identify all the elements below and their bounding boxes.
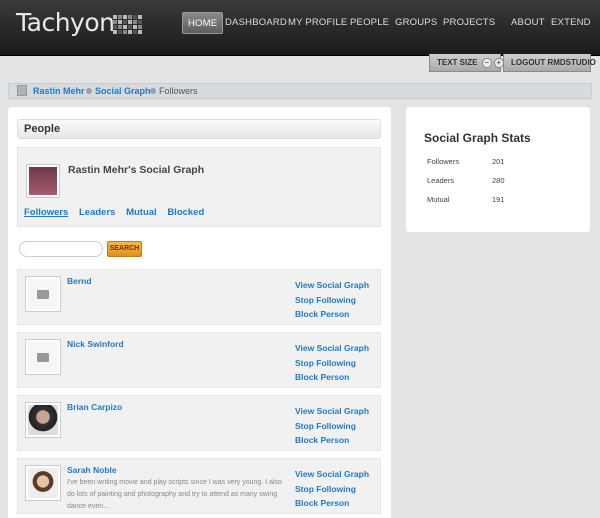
search-input[interactable] [19, 241, 103, 257]
list-item: Brian Carpizo View Social Graph Stop Fol… [17, 395, 381, 451]
view-social-graph-link[interactable]: View Social Graph [295, 404, 369, 419]
tab-blocked[interactable]: Blocked [167, 207, 204, 218]
graph-tabs: Followers Leaders Mutual Blocked [24, 207, 212, 218]
block-person-link[interactable]: Block Person [295, 496, 369, 511]
person-name[interactable]: Bernd [67, 276, 92, 286]
nav-dashboard[interactable]: DASHBOARD [225, 12, 287, 34]
text-size-label: TEXT SIZE [437, 58, 478, 67]
avatar[interactable] [25, 402, 61, 438]
person-actions: View Social Graph Stop Following Block P… [295, 278, 369, 322]
avatar[interactable] [25, 339, 61, 375]
list-item: Sarah Noble I've been writing movie and … [17, 458, 381, 514]
avatar[interactable] [26, 164, 60, 198]
stop-following-link[interactable]: Stop Following [295, 419, 369, 434]
text-size-control: TEXT SIZE − + [429, 54, 504, 72]
view-social-graph-link[interactable]: View Social Graph [295, 341, 369, 356]
logout-button[interactable]: LOGOUT RMDSTUDIO [503, 54, 596, 72]
avatar[interactable] [25, 465, 61, 501]
main-nav: HOME DASHBOARD MY PROFILE PEOPLE GROUPS … [0, 12, 600, 34]
person-bio: I've been writing movie and play scripts… [67, 479, 282, 510]
stats-value-followers: 201 [492, 157, 505, 166]
view-social-graph-link[interactable]: View Social Graph [295, 278, 369, 293]
nav-groups[interactable]: GROUPS [395, 12, 437, 34]
home-icon[interactable] [17, 85, 27, 96]
tab-followers[interactable]: Followers [24, 207, 68, 218]
nav-extend[interactable]: EXTEND [551, 12, 591, 34]
person-name[interactable]: Sarah Noble [67, 465, 117, 475]
decrease-text-icon[interactable]: − [481, 57, 492, 68]
person-actions: View Social Graph Stop Following Block P… [295, 404, 369, 448]
view-social-graph-link[interactable]: View Social Graph [295, 467, 369, 482]
block-person-link[interactable]: Block Person [295, 433, 369, 448]
stats-title: Social Graph Stats [424, 131, 531, 145]
nav-home[interactable]: HOME [182, 12, 224, 34]
stop-following-link[interactable]: Stop Following [295, 356, 369, 371]
list-item: Nick Swinford View Social Graph Stop Fol… [17, 332, 381, 388]
people-heading: People [17, 119, 381, 139]
avatar[interactable] [25, 276, 61, 312]
stats-value-leaders: 280 [492, 176, 505, 185]
breadcrumb-separator-icon [150, 88, 156, 94]
person-actions: View Social Graph Stop Following Block P… [295, 341, 369, 385]
person-name[interactable]: Nick Swinford [67, 339, 124, 349]
tab-mutual[interactable]: Mutual [126, 207, 157, 218]
block-person-link[interactable]: Block Person [295, 307, 369, 322]
search-button[interactable]: SEARCH [107, 241, 142, 257]
stop-following-link[interactable]: Stop Following [295, 293, 369, 308]
camera-placeholder-icon [28, 279, 58, 309]
nav-projects[interactable]: PROJECTS [443, 12, 495, 34]
people-panel: People Rastin Mehr's Social Graph Follow… [8, 107, 391, 518]
person-name[interactable]: Brian Carpizo [67, 402, 122, 412]
stats-value-mutual: 191 [492, 195, 505, 204]
tab-leaders[interactable]: Leaders [79, 207, 115, 218]
nav-about[interactable]: ABOUT [511, 12, 545, 34]
breadcrumb: Rastin Mehr Social Graph Followers [8, 83, 592, 99]
block-person-link[interactable]: Block Person [295, 370, 369, 385]
stats-label-leaders: Leaders [427, 176, 455, 185]
breadcrumb-current: Followers [159, 86, 198, 96]
stop-following-link[interactable]: Stop Following [295, 482, 369, 497]
stats-label-mutual: Mutual [427, 195, 450, 204]
breadcrumb-rastin-mehr[interactable]: Rastin Mehr [33, 84, 85, 98]
social-graph-box: Rastin Mehr's Social Graph Followers Lea… [17, 147, 381, 227]
person-actions: View Social Graph Stop Following Block P… [295, 467, 369, 511]
nav-my-profile[interactable]: MY PROFILE [288, 12, 347, 34]
camera-placeholder-icon [28, 342, 58, 372]
stats-label-followers: Followers [427, 157, 460, 166]
breadcrumb-social-graph[interactable]: Social Graph [95, 84, 151, 98]
breadcrumb-separator-icon [86, 88, 92, 94]
nav-people[interactable]: PEOPLE [350, 12, 389, 34]
top-header: Tachyon HOME DASHBOARD MY PROFILE PEOPLE… [0, 0, 600, 56]
social-graph-stats-panel: Social Graph Stats Followers 201 Leaders… [406, 107, 590, 232]
social-graph-title: Rastin Mehr's Social Graph [68, 164, 205, 176]
list-item: Bernd View Social Graph Stop Following B… [17, 269, 381, 325]
